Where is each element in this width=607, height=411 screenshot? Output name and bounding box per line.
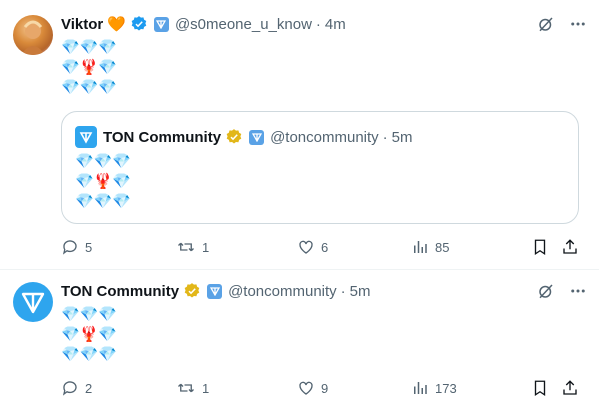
heart-icon	[299, 240, 313, 254]
reply-button[interactable]: 2	[61, 379, 92, 397]
bookmark-icon	[534, 239, 546, 256]
avatar[interactable]	[13, 282, 53, 322]
bookmark-button[interactable]	[531, 238, 549, 256]
author-handle[interactable]: @toncommunity	[228, 283, 337, 300]
tweet-top-actions	[537, 282, 587, 300]
separator: ·	[340, 282, 346, 300]
tweet-text: 💎💎💎 💎🦞💎 💎💎💎	[61, 306, 118, 363]
reply-icon	[62, 240, 77, 255]
more-icon[interactable]	[569, 15, 587, 33]
share-button[interactable]	[561, 379, 579, 397]
author-name[interactable]: Viktor	[61, 16, 103, 33]
repost-count: 1	[202, 380, 210, 396]
views-icon	[414, 382, 427, 394]
verified-gold-icon	[183, 282, 201, 300]
grok-icon[interactable]	[537, 282, 555, 300]
timestamp[interactable]: 5m	[350, 283, 371, 300]
quoted-author-handle: @toncommunity	[270, 128, 379, 146]
views-button[interactable]: 173	[411, 379, 457, 397]
avatar[interactable]	[13, 15, 53, 55]
like-count: 9	[321, 380, 329, 396]
ton-logo-icon	[75, 126, 97, 148]
view-count: 173	[435, 380, 457, 396]
tweet-header: Viktor 🧡 @s0meone_u_know · 4m	[61, 14, 346, 34]
like-button[interactable]: 9	[297, 379, 328, 397]
ton-badge-icon	[153, 16, 169, 32]
repost-count: 1	[202, 239, 210, 255]
view-count: 85	[435, 239, 450, 255]
heart-icon	[299, 381, 313, 395]
grok-icon[interactable]	[537, 15, 555, 33]
repost-icon	[178, 242, 194, 252]
orange-heart-emoji: 🧡	[107, 16, 126, 33]
share-button[interactable]	[561, 238, 579, 256]
share-icon	[563, 380, 577, 395]
like-button[interactable]: 6	[297, 238, 328, 256]
ton-badge-icon	[207, 283, 223, 299]
quoted-tweet[interactable]: TON Community @toncommunity · 5m 💎💎💎 💎🦞💎…	[61, 111, 579, 224]
tweet-top-actions	[537, 15, 587, 33]
reply-button[interactable]: 5	[61, 238, 92, 256]
reply-count: 2	[85, 380, 93, 396]
repost-button[interactable]: 1	[176, 379, 209, 397]
action-bar: 5 1 6 85	[61, 237, 581, 257]
repost-icon	[178, 383, 194, 393]
quoted-author-name: TON Community	[103, 128, 222, 146]
avatar-art-icon	[21, 20, 45, 55]
tweet-text: 💎💎💎 💎🦞💎 💎💎💎	[61, 39, 118, 96]
share-icon	[563, 239, 577, 254]
more-icon[interactable]	[569, 282, 587, 300]
views-button[interactable]: 85	[411, 238, 449, 256]
timestamp[interactable]: 4m	[325, 16, 346, 33]
verified-gold-icon	[225, 128, 243, 146]
author-handle[interactable]: @s0meone_u_know	[175, 16, 312, 33]
ton-badge-icon	[249, 129, 265, 145]
author-name[interactable]: TON Community	[61, 283, 179, 300]
like-count: 6	[321, 239, 329, 255]
action-bar: 2 1 9 173	[61, 378, 581, 398]
views-icon	[414, 241, 427, 253]
ton-logo-icon	[21, 292, 45, 314]
separator: ·	[382, 128, 388, 146]
reply-icon	[62, 381, 77, 396]
quoted-timestamp: 5m	[391, 128, 413, 146]
bookmark-button[interactable]	[531, 379, 549, 397]
verified-blue-icon	[130, 15, 148, 33]
reply-count: 5	[85, 239, 93, 255]
tweet-header: TON Community @toncommunity · 5m	[61, 281, 371, 301]
repost-button[interactable]: 1	[176, 238, 209, 256]
quoted-tweet-text: 💎💎💎 💎🦞💎 💎💎💎	[75, 153, 132, 210]
quoted-tweet-header: TON Community @toncommunity · 5m	[75, 126, 413, 148]
bookmark-icon	[534, 380, 546, 397]
separator: ·	[315, 15, 321, 33]
